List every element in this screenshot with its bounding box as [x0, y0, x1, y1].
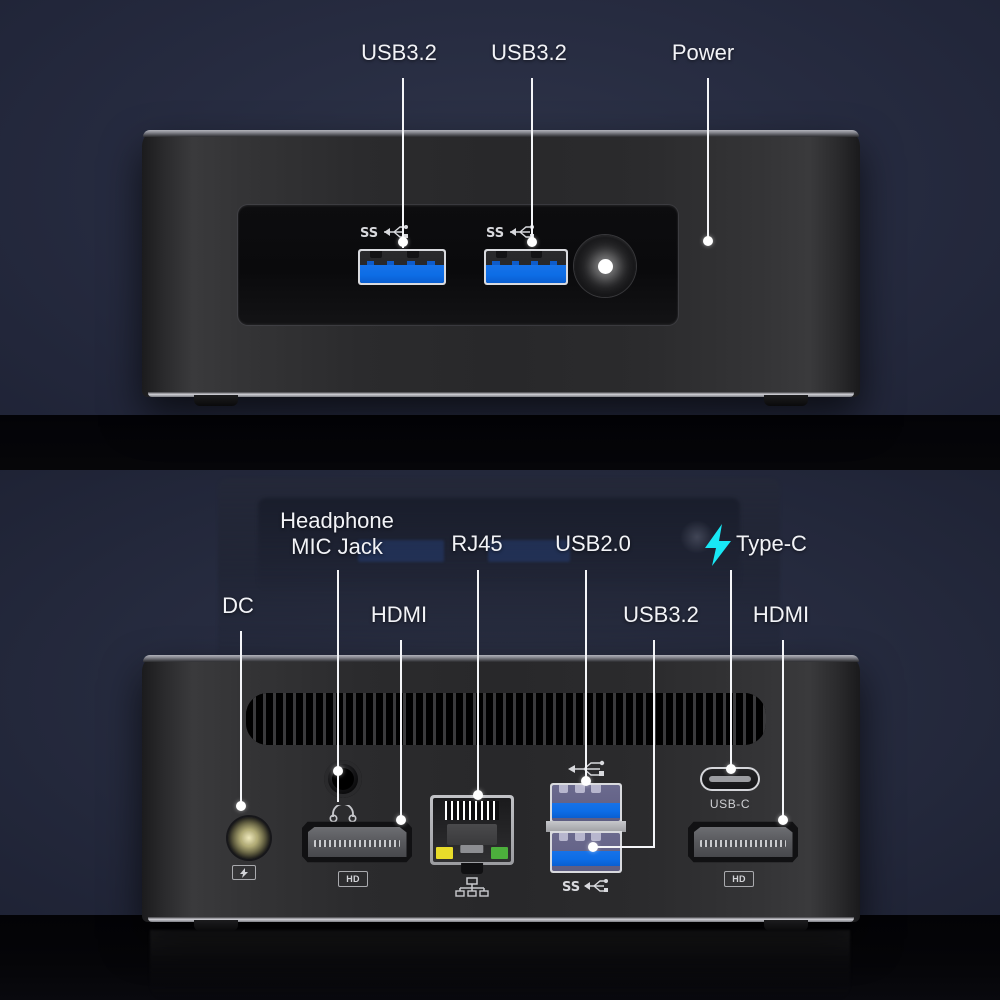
- leader-line-rj45: [477, 570, 479, 795]
- leader-line-usb32-front-2: [531, 78, 533, 245]
- leader-dot-hdmi-left: [396, 815, 406, 825]
- front-unit-foot-right: [764, 395, 808, 406]
- usb-a-port-1[interactable]: [358, 249, 446, 285]
- rear-unit-foot-right: [764, 920, 808, 931]
- callout-usb32-rear: USB3.2: [623, 602, 699, 627]
- front-unit-foot-left: [194, 395, 238, 406]
- leader-dot-rj45: [473, 790, 483, 800]
- rear-unit-reflection: [150, 930, 850, 1000]
- rear-unit-bottom-edge: [148, 917, 854, 922]
- callout-dc: DC: [222, 593, 254, 618]
- leader-line-power-front: [707, 78, 709, 244]
- svg-text:SS: SS: [486, 226, 504, 241]
- leader-line-hdmi-right: [782, 640, 784, 820]
- callout-hdmi-right: HDMI: [752, 602, 810, 627]
- leader-line-dc: [240, 631, 242, 807]
- vent-grille: [246, 693, 766, 745]
- leader-dot-power-front: [703, 236, 713, 246]
- callout-headphone-mic-jack: Headphone MIC Jack: [280, 508, 394, 559]
- power-led-icon: [597, 258, 613, 274]
- rear-unit-top-edge: [143, 655, 859, 662]
- callout-rj45: RJ45: [451, 531, 503, 556]
- callout-usb20: USB2.0: [555, 531, 631, 556]
- hdmi-port-right[interactable]: [688, 820, 798, 864]
- usb-c-caption: USB-C: [709, 797, 751, 811]
- rj45-ethernet-port[interactable]: [430, 795, 514, 874]
- callout-hdmi-left: HDMI: [370, 602, 428, 627]
- svg-text:SS: SS: [562, 880, 580, 895]
- lightning-bolt-icon: [705, 524, 731, 566]
- leader-line-type-c: [730, 570, 732, 770]
- dc-power-jack[interactable]: [228, 817, 270, 859]
- leader-dot-usb32-front-2: [527, 237, 537, 247]
- leader-line-hdmi-left: [400, 640, 402, 820]
- leader-dot-usb32-rear: [588, 842, 598, 852]
- hdmi-port-left[interactable]: [302, 820, 412, 864]
- leader-line-usb32-rear: [653, 640, 655, 848]
- hdmi-right-badge: HD: [724, 871, 754, 887]
- power-button[interactable]: [574, 235, 636, 297]
- usb-a-port-2[interactable]: [484, 249, 568, 285]
- leader-dot-dc: [236, 801, 246, 811]
- leader-dot-usb32-front-1: [398, 237, 408, 247]
- leader-dot-usb20: [581, 776, 591, 786]
- rear-unit-foot-left: [194, 920, 238, 931]
- leader-dot-type-c: [726, 764, 736, 774]
- svg-text:SS: SS: [360, 226, 378, 241]
- leader-dot-headphone: [333, 766, 343, 776]
- callout-usb32-front-2: USB3.2: [491, 40, 567, 65]
- dc-power-badge-icon: [232, 865, 256, 880]
- usb-port-stacked-top[interactable]: [550, 783, 622, 823]
- audio-jack[interactable]: [324, 760, 362, 798]
- superspeed-usb-icon-3: SS: [562, 879, 608, 895]
- rear-unit: HD SS USB-C HD: [142, 655, 860, 931]
- callout-type-c: Type-C: [736, 531, 807, 556]
- leader-line-usb20: [585, 570, 587, 781]
- product-diagram-stage: SS SS USB3.2 USB3.2 Power HD SS USB-C HD…: [0, 0, 1000, 1000]
- front-unit-bottom-edge: [148, 392, 854, 397]
- leader-elbow-usb32-rear: [593, 846, 655, 848]
- callout-usb32-front-1: USB3.2: [361, 40, 437, 65]
- leader-dot-hdmi-right: [778, 815, 788, 825]
- usb-port-stacked-bottom[interactable]: [550, 831, 622, 873]
- front-unit-top-edge: [143, 130, 859, 137]
- network-icon: [455, 877, 489, 897]
- hdmi-left-badge: HD: [338, 871, 368, 887]
- callout-power-front: Power: [671, 40, 735, 65]
- front-unit: SS SS: [142, 130, 860, 406]
- front-port-panel: SS SS: [238, 205, 678, 325]
- leader-line-usb32-front-1: [402, 78, 404, 248]
